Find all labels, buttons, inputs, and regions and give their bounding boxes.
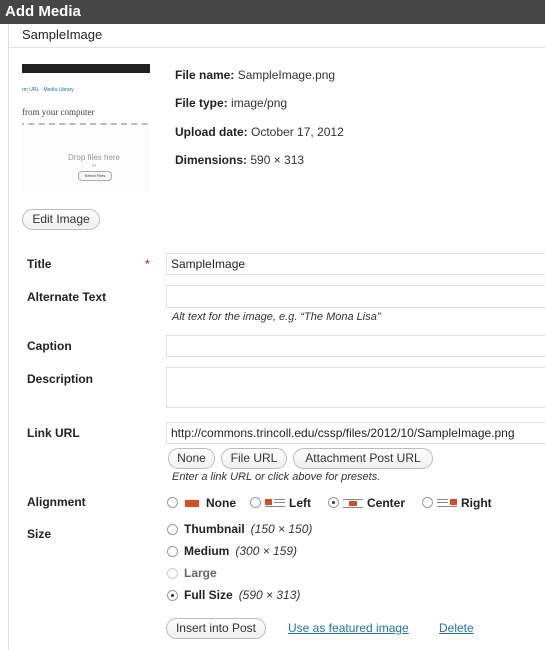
description-label: Description bbox=[27, 372, 94, 386]
link-url-input[interactable]: http://commons.trincoll.edu/cssp/files/2… bbox=[166, 422, 545, 444]
size-label: Size bbox=[27, 527, 52, 541]
alt-text-input[interactable] bbox=[166, 285, 545, 308]
size-large-label: Large bbox=[184, 566, 217, 580]
caption-label: Caption bbox=[27, 339, 72, 353]
thumbnail-drop-text: Drop files here bbox=[67, 153, 121, 162]
align-center-radio[interactable] bbox=[328, 497, 339, 508]
thumbnail-or-text: or bbox=[91, 163, 97, 169]
size-medium-radio[interactable] bbox=[167, 546, 178, 557]
insert-into-post-button[interactable]: Insert into Post bbox=[166, 618, 266, 639]
align-none-icon bbox=[185, 500, 199, 507]
link-none-button[interactable]: None bbox=[168, 448, 215, 469]
media-item-title[interactable]: SampleImage bbox=[22, 27, 102, 42]
title-label: Title bbox=[27, 257, 52, 271]
required-marker: * bbox=[145, 257, 150, 271]
link-file-url-button[interactable]: File URL bbox=[221, 448, 287, 469]
dimensions-row: Dimensions: 590 × 313 bbox=[175, 153, 305, 167]
image-thumbnail: rm URL · Media Library from your compute… bbox=[22, 64, 150, 191]
caption-input[interactable] bbox=[166, 335, 545, 357]
size-full-radio[interactable] bbox=[167, 590, 178, 601]
window-title: Add Media bbox=[0, 0, 545, 24]
thumbnail-select-button: Select Files bbox=[78, 171, 112, 181]
upload-date-row: Upload date: October 17, 2012 bbox=[175, 125, 344, 139]
title-input[interactable]: SampleImage bbox=[166, 253, 545, 275]
file-type-row: File type: image/png bbox=[175, 96, 288, 110]
size-large-radio bbox=[167, 568, 178, 579]
alt-text-label: Alternate Text bbox=[27, 290, 107, 304]
align-right-label[interactable]: Right bbox=[461, 496, 492, 510]
alignment-label: Alignment bbox=[27, 495, 86, 509]
alt-text-help: Alt text for the image, e.g. “The Mona L… bbox=[172, 311, 381, 323]
size-thumbnail-radio[interactable] bbox=[167, 524, 178, 535]
thumbnail-links: rm URL · Media Library bbox=[22, 87, 74, 93]
description-textarea[interactable] bbox=[166, 367, 545, 408]
align-left-radio[interactable] bbox=[250, 497, 261, 508]
size-medium-label[interactable]: Medium (300 × 159) bbox=[184, 544, 297, 558]
link-url-help: Enter a link URL or click above for pres… bbox=[172, 471, 381, 483]
align-right-icon bbox=[437, 499, 457, 507]
link-attachment-post-url-button[interactable]: Attachment Post URL bbox=[293, 448, 433, 469]
align-left-label[interactable]: Left bbox=[289, 496, 311, 510]
divider bbox=[9, 47, 545, 48]
size-full-label[interactable]: Full Size (590 × 313) bbox=[184, 588, 300, 602]
file-name-row: File name: SampleImage.png bbox=[175, 68, 336, 82]
thumbnail-drop-area: Drop files here or Select Files bbox=[22, 123, 150, 191]
align-center-label[interactable]: Center bbox=[367, 496, 405, 510]
thumbnail-upload-text: from your computer bbox=[22, 107, 95, 117]
use-as-featured-image-link[interactable]: Use as featured image bbox=[288, 621, 409, 635]
align-left-icon bbox=[265, 499, 285, 507]
delete-link[interactable]: Delete bbox=[439, 621, 474, 635]
align-none-label[interactable]: None bbox=[206, 496, 236, 510]
align-right-radio[interactable] bbox=[422, 497, 433, 508]
edit-image-button[interactable]: Edit Image bbox=[22, 209, 100, 230]
align-center-icon bbox=[343, 499, 363, 508]
media-item-panel: SampleImage rm URL · Media Library from … bbox=[8, 24, 545, 650]
align-none-radio[interactable] bbox=[167, 497, 178, 508]
link-url-label: Link URL bbox=[27, 426, 80, 440]
size-thumbnail-label[interactable]: Thumbnail (150 × 150) bbox=[184, 522, 312, 536]
thumbnail-topbar bbox=[22, 64, 150, 73]
